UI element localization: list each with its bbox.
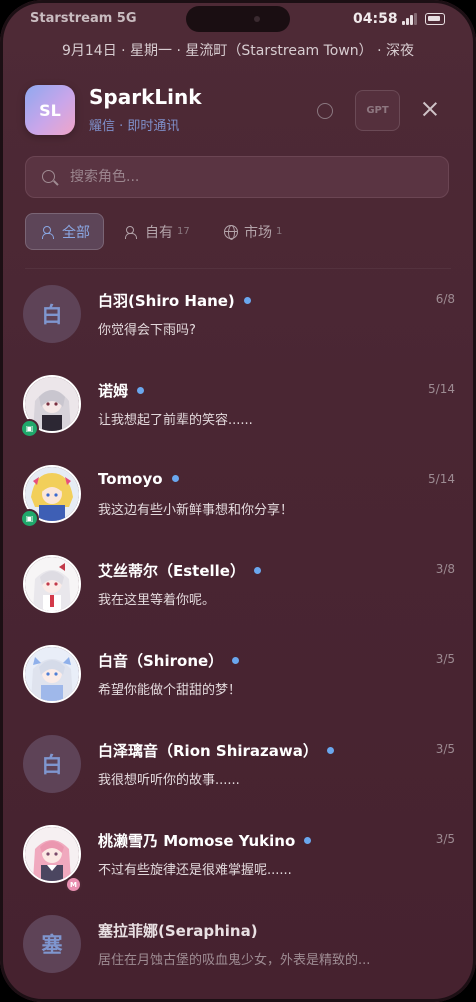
- last-message: 希望你能做个甜甜的梦！: [98, 683, 242, 698]
- last-message: 我在这里等着你呢。: [98, 593, 216, 608]
- date-location-line: 9月14日 · 星期一 · 星流町（Starstream Town） · 深夜: [61, 43, 415, 59]
- search-bar[interactable]: [25, 156, 449, 198]
- message-count: 6/8: [435, 292, 455, 306]
- last-message: 居住在月蚀古堡的吸血鬼少女，外表是精致的...: [98, 953, 371, 968]
- online-dot-icon: [243, 297, 251, 304]
- app-subtitle: 耀信 · 即时通讯: [89, 119, 180, 134]
- divider: [25, 268, 451, 269]
- status-bar: Starstream 5G 04:58: [0, 0, 476, 40]
- camera-icon: [254, 16, 260, 22]
- avatar: 白: [23, 735, 81, 793]
- message-count: 3/5: [435, 652, 455, 666]
- contact-row[interactable]: 白音（Shirone） 3/5 希望你能做个甜甜的梦！: [0, 630, 476, 720]
- search-icon: [42, 170, 55, 183]
- member-badge-icon: M: [65, 876, 82, 893]
- app-title: SparkLink: [89, 85, 202, 109]
- online-dot-icon: [137, 387, 145, 394]
- tab-all[interactable]: 全部: [25, 213, 104, 250]
- contact-row[interactable]: 白 白泽璃音（Rion Shirazawa） 3/5 我很想听听你的故事....…: [0, 720, 476, 810]
- tab-count: 17: [177, 226, 190, 237]
- avatar: [23, 645, 81, 703]
- avatar: 塞: [23, 915, 81, 973]
- contact-name: 艾丝蒂尔（Estelle）: [98, 560, 261, 581]
- contact-row[interactable]: 艾丝蒂尔（Estelle） 3/8 我在这里等着你呢。: [0, 540, 476, 630]
- users-icon: [125, 225, 139, 239]
- tab-count: 1: [276, 226, 283, 237]
- last-message: 你觉得会下雨吗?: [98, 323, 196, 338]
- phone-screen: Starstream 5G 04:58 9月14日 · 星期一 · 星流町（St…: [0, 0, 476, 1002]
- close-icon[interactable]: [415, 94, 445, 124]
- online-dot-icon: [171, 475, 179, 482]
- app-badge-icon: ▣: [20, 419, 39, 438]
- users-icon: [42, 225, 56, 239]
- contact-name: 诺姆: [98, 380, 145, 401]
- tab-market[interactable]: 市场 1: [224, 213, 282, 250]
- tab-label: 自有: [145, 224, 173, 241]
- message-count: 5/14: [428, 472, 455, 486]
- tab-owned[interactable]: 自有 17: [125, 213, 190, 250]
- tab-label: 全部: [62, 224, 90, 241]
- tab-label: 市场: [244, 224, 272, 241]
- last-message: 让我想起了前辈的笑容......: [98, 413, 253, 428]
- signal-icon: [402, 13, 417, 25]
- avatar: 白: [23, 285, 81, 343]
- app-badge-icon: ▣: [20, 509, 39, 528]
- status-ring-icon[interactable]: [317, 103, 333, 119]
- contact-name: 白羽(Shiro Hane): [98, 290, 251, 311]
- contact-row[interactable]: M 桃濑雪乃 Momose Yukino 3/5 不过有些旋律还是很难掌握呢..…: [0, 810, 476, 900]
- contact-row[interactable]: ▣ 诺姆 5/14 让我想起了前辈的笑容......: [0, 360, 476, 450]
- message-count: 3/8: [435, 562, 455, 576]
- contact-row[interactable]: ▣ Tomoyo 5/14 我这边有些小新鲜事想和你分享！: [0, 450, 476, 540]
- globe-icon: [224, 224, 238, 240]
- online-dot-icon: [326, 747, 334, 754]
- message-count: 5/14: [428, 382, 455, 396]
- avatar: [23, 555, 81, 613]
- online-dot-icon: [253, 567, 261, 574]
- carrier-label: Starstream 5G: [30, 11, 137, 26]
- status-time: 04:58: [353, 11, 398, 27]
- contact-row[interactable]: 塞 塞拉菲娜(Seraphina) 居住在月蚀古堡的吸血鬼少女，外表是精致的..…: [0, 900, 476, 990]
- last-message: 我很想听听你的故事......: [98, 773, 240, 788]
- contact-name: 白泽璃音（Rion Shirazawa）: [98, 740, 334, 761]
- app-logo: SL: [25, 85, 75, 135]
- message-count: 3/5: [435, 742, 455, 756]
- online-dot-icon: [304, 837, 312, 844]
- contact-name: Tomoyo: [98, 470, 179, 488]
- battery-icon: [425, 13, 445, 25]
- contact-name: 桃濑雪乃 Momose Yukino: [98, 830, 312, 851]
- contact-name: 白音（Shirone）: [98, 650, 240, 671]
- gpt-button[interactable]: GPT: [355, 90, 400, 131]
- avatar: [23, 825, 81, 883]
- contact-name: 塞拉菲娜(Seraphina): [98, 922, 258, 940]
- last-message: 我这边有些小新鲜事想和你分享！: [98, 503, 294, 518]
- search-input[interactable]: [70, 166, 430, 188]
- last-message: 不过有些旋律还是很难掌握呢......: [98, 863, 292, 878]
- online-dot-icon: [232, 657, 240, 664]
- camera-notch: [186, 6, 290, 32]
- message-count: 3/5: [435, 832, 455, 846]
- contact-row[interactable]: 白 白羽(Shiro Hane) 6/8 你觉得会下雨吗?: [0, 270, 476, 360]
